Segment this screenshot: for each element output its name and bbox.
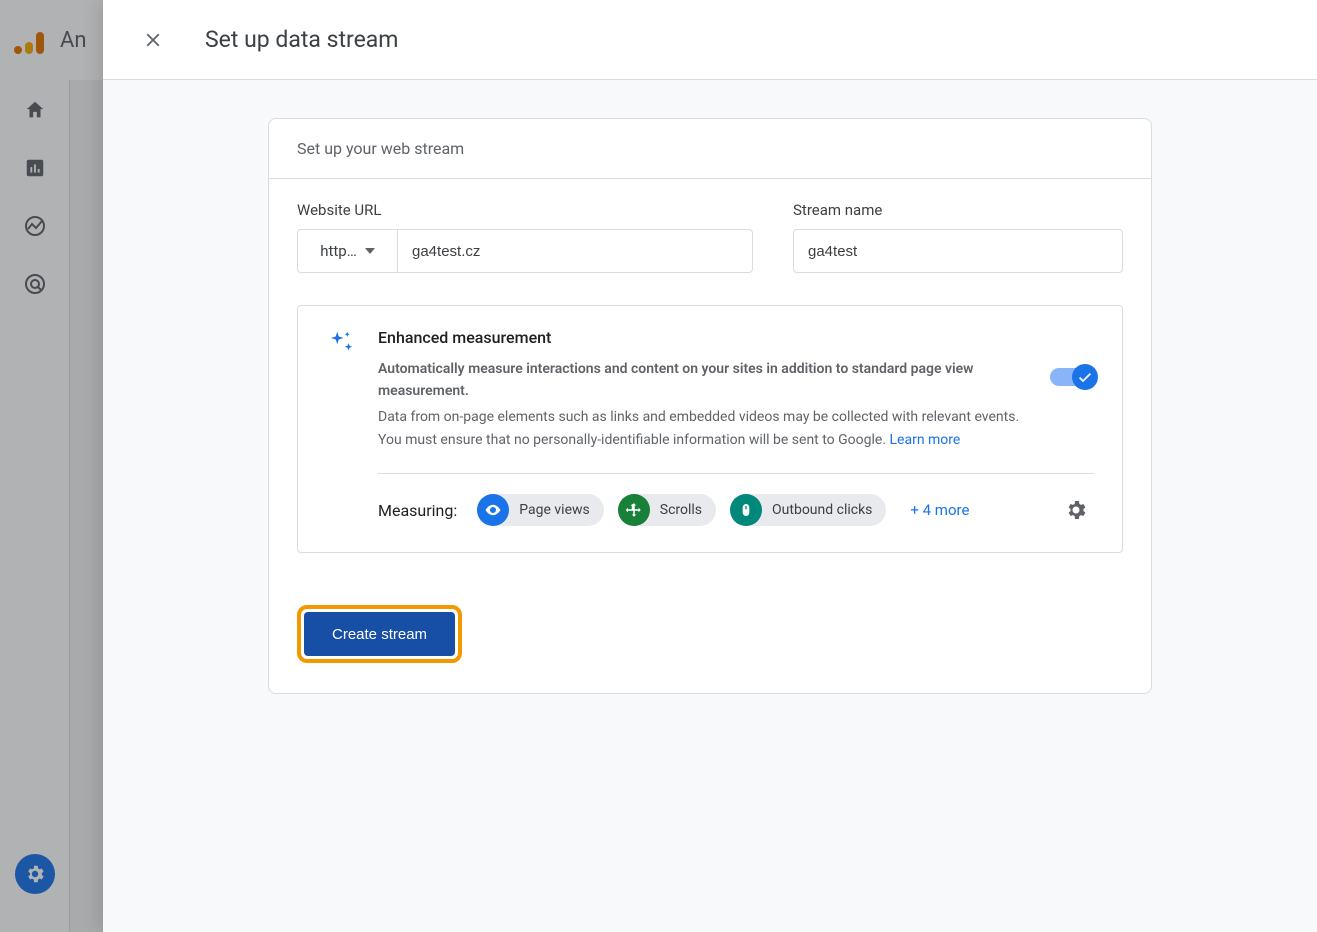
web-stream-card: Set up your web stream Website URL http…… — [268, 118, 1152, 694]
stream-name-label: Stream name — [793, 201, 1123, 219]
create-stream-highlight: Create stream — [297, 605, 462, 663]
eye-icon — [477, 494, 509, 526]
enhanced-desc: Data from on-page elements such as links… — [378, 406, 1022, 451]
scroll-icon — [618, 494, 650, 526]
protocol-select[interactable]: http… — [297, 229, 397, 273]
protocol-select-value: http… — [320, 242, 357, 260]
settings-icon[interactable] — [1058, 492, 1094, 528]
enhanced-title: Enhanced measurement — [378, 328, 1022, 347]
sparkle-icon — [326, 328, 356, 451]
stream-name-input[interactable] — [793, 229, 1123, 273]
website-url-label: Website URL — [297, 201, 753, 219]
modal-title: Set up data stream — [205, 26, 398, 53]
chip-outbound-clicks: Outbound clicks — [730, 494, 886, 526]
modal-header: Set up data stream — [103, 0, 1317, 80]
form-row: Website URL http… Stream name — [297, 201, 1123, 273]
enhanced-measurement-box: Enhanced measurement Automatically measu… — [297, 305, 1123, 553]
mouse-icon — [730, 494, 762, 526]
chip-label: Page views — [519, 502, 590, 518]
measuring-label: Measuring: — [378, 501, 457, 520]
website-url-input[interactable] — [397, 229, 753, 273]
more-events-link[interactable]: + 4 more — [910, 501, 969, 519]
chip-label: Scrolls — [660, 502, 702, 518]
create-stream-button[interactable]: Create stream — [304, 612, 455, 656]
modal-scrim — [0, 0, 103, 932]
chevron-down-icon — [365, 248, 375, 254]
close-icon[interactable] — [133, 20, 173, 60]
enhanced-desc-bold: Automatically measure interactions and c… — [378, 359, 1022, 402]
data-stream-modal: Set up data stream Set up your web strea… — [103, 0, 1317, 932]
chip-scrolls: Scrolls — [618, 494, 716, 526]
learn-more-link[interactable]: Learn more — [890, 432, 961, 448]
chip-label: Outbound clicks — [772, 502, 872, 518]
enhanced-toggle[interactable] — [1050, 368, 1094, 386]
check-icon — [1072, 364, 1098, 390]
card-title: Set up your web stream — [269, 119, 1151, 179]
measuring-row: Measuring: Page views Scrolls — [326, 492, 1094, 528]
divider — [378, 473, 1094, 474]
chip-page-views: Page views — [477, 494, 604, 526]
